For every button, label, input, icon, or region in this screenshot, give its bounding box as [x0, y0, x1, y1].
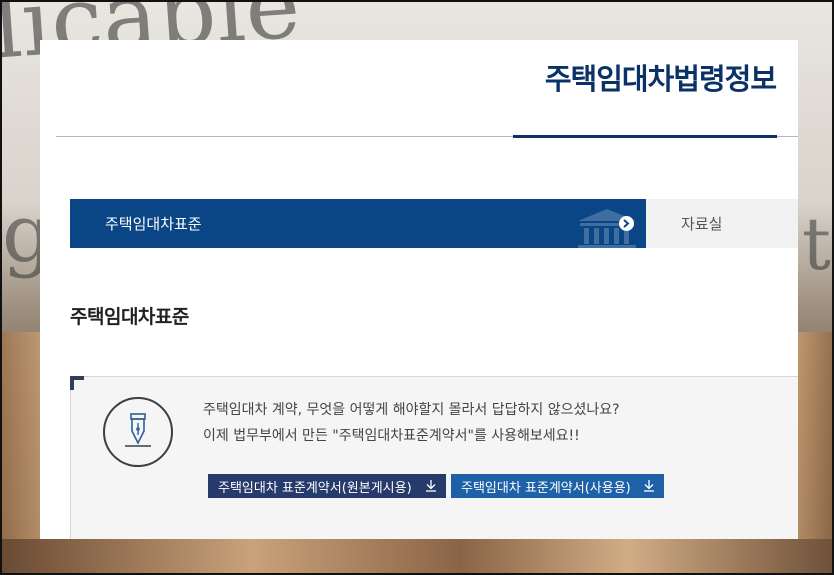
background-word: t — [802, 202, 831, 286]
header-accent-line — [513, 135, 777, 138]
fountain-pen-icon — [103, 397, 173, 467]
download-usage-contract-button[interactable]: 주택임대차 표준계약서(사용용) — [451, 474, 664, 498]
tab-housing-lease-standard[interactable]: 주택임대차표준 — [70, 199, 646, 248]
download-icon — [426, 480, 436, 492]
site-title: 주택임대차법령정보 — [544, 62, 777, 96]
background-wood-strip — [2, 539, 832, 573]
button-label: 주택임대차 표준계약서(원본게시용) — [218, 481, 412, 496]
screenshot-frame: licable g t 주택임대차법령정보 주택임대차표준 — [0, 0, 834, 575]
download-original-contract-button[interactable]: 주택임대차 표준계약서(원본게시용) — [208, 474, 446, 498]
content-panel: 주택임대차법령정보 주택임대차표준 자료실 주택임대차표준 주택임대차 계약, … — [40, 40, 798, 539]
download-icon — [644, 480, 654, 492]
corner-accent — [70, 376, 84, 390]
tab-label: 자료실 — [681, 215, 723, 233]
info-box: 주택임대차 계약, 무엇을 어떻게 해야할지 몰라서 답답하지 않으셨나요? 이… — [70, 376, 798, 539]
info-text-suggestion: 이제 법무부에서 만든 "주택임대차표준계약서"를 사용해보세요!! — [203, 428, 580, 444]
button-label: 주택임대차 표준계약서(사용용) — [461, 481, 631, 496]
section-title: 주택임대차표준 — [70, 306, 189, 328]
tab-label: 주택임대차표준 — [105, 215, 202, 233]
info-text-question: 주택임대차 계약, 무엇을 어떻게 해야할지 몰라서 답답하지 않으셨나요? — [203, 402, 620, 418]
arrow-right-icon — [619, 216, 634, 231]
tab-resources[interactable]: 자료실 — [646, 199, 798, 248]
